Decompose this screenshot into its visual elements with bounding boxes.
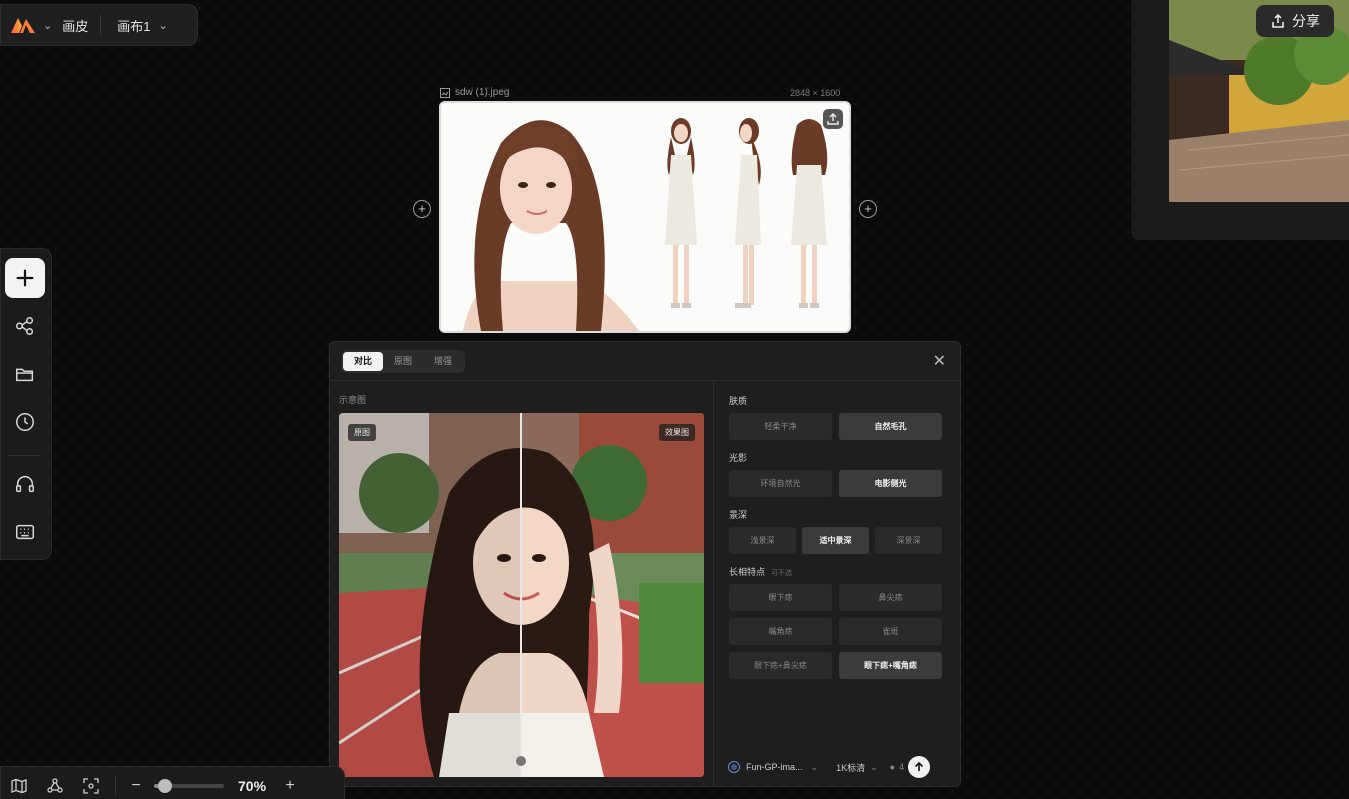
chevron-down-icon[interactable]: ⌄ bbox=[811, 762, 819, 773]
divider bbox=[100, 15, 102, 35]
image-filename: sdw (1).jpeg bbox=[455, 87, 510, 98]
image-node-title: sdw (1).jpeg bbox=[440, 87, 509, 98]
support-button[interactable] bbox=[5, 464, 45, 504]
chevron-down-icon[interactable]: ⌄ bbox=[158, 19, 167, 32]
image-icon bbox=[440, 87, 450, 98]
credit-icon: ● bbox=[889, 762, 896, 772]
plus-icon bbox=[16, 269, 34, 287]
chevron-down-icon[interactable]: ⌄ bbox=[43, 19, 52, 32]
upload-icon bbox=[827, 113, 839, 125]
zoom-slider[interactable] bbox=[154, 779, 224, 793]
model-select[interactable]: Fun-GP-ima... bbox=[746, 762, 803, 772]
feature-option-3[interactable]: 嘴角痣 bbox=[729, 618, 832, 645]
comparison-viewer[interactable]: 原图 效果图 bbox=[339, 413, 704, 777]
bottom-toolbar: − 70% + bbox=[0, 766, 345, 799]
layout-button[interactable] bbox=[37, 778, 73, 794]
light-option-ambient[interactable]: 环境自然光 bbox=[729, 470, 832, 497]
features-label-text: 长相特点 bbox=[729, 567, 766, 577]
folder-icon bbox=[16, 368, 34, 382]
app-menu-label[interactable]: 画皮 bbox=[62, 16, 88, 35]
character-sheet-image bbox=[441, 103, 849, 331]
divider bbox=[9, 455, 41, 456]
skin-group-label: 肤质 bbox=[729, 396, 748, 406]
generate-footer: Fun-GP-ima... ⌄ 1K标清 ⌄ ● 4 bbox=[729, 756, 954, 778]
share-button[interactable]: 分享 bbox=[1256, 5, 1334, 37]
original-tag: 原图 bbox=[348, 424, 376, 441]
features-hint: 可不选 bbox=[771, 570, 793, 577]
add-left-node-button[interactable]: + bbox=[413, 200, 431, 218]
feature-option-1[interactable]: 眼下痣 bbox=[729, 584, 832, 611]
chevron-down-icon[interactable]: ⌄ bbox=[870, 762, 878, 773]
tab-enhance[interactable]: 增强 bbox=[423, 352, 463, 371]
workflow-icon bbox=[16, 317, 34, 335]
result-tag: 效果图 bbox=[659, 424, 695, 441]
close-icon[interactable]: ✕ bbox=[933, 351, 946, 371]
keyboard-icon bbox=[16, 524, 34, 540]
share-icon bbox=[1272, 13, 1284, 28]
view-tabs: 对比 原图 增强 bbox=[341, 350, 466, 373]
fit-view-button[interactable] bbox=[73, 778, 109, 794]
divider bbox=[330, 380, 960, 381]
depth-option-shallow[interactable]: 浅景深 bbox=[729, 527, 796, 554]
tab-original[interactable]: 原图 bbox=[383, 352, 423, 371]
divider bbox=[713, 381, 714, 786]
clock-icon bbox=[16, 413, 34, 431]
add-button[interactable] bbox=[5, 258, 45, 298]
export-button[interactable] bbox=[823, 109, 843, 129]
depth-option-deep[interactable]: 深景深 bbox=[875, 527, 942, 554]
skin-option-natural-pores[interactable]: 自然毛孔 bbox=[839, 413, 942, 440]
history-button[interactable] bbox=[5, 402, 45, 442]
tab-compare[interactable]: 对比 bbox=[343, 352, 384, 371]
generate-button[interactable] bbox=[908, 756, 931, 778]
nodes-icon bbox=[47, 778, 63, 793]
resolution-select[interactable]: 1K标清 bbox=[836, 761, 865, 774]
app-logo-icon[interactable] bbox=[9, 15, 37, 35]
light-option-cinematic[interactable]: 电影侧光 bbox=[839, 470, 942, 497]
add-right-node-button[interactable]: + bbox=[859, 200, 877, 218]
keyboard-shortcuts-button[interactable] bbox=[5, 512, 45, 552]
light-group-label: 光影 bbox=[729, 453, 748, 463]
arrow-up-icon bbox=[915, 761, 924, 771]
skin-option-soft-clean[interactable]: 轻柔干净 bbox=[729, 413, 832, 440]
divider bbox=[115, 776, 116, 796]
workflow-button[interactable] bbox=[5, 306, 45, 346]
canvas-name[interactable]: 画布1 bbox=[117, 16, 150, 35]
credit-count: 4 bbox=[899, 762, 905, 772]
map-icon bbox=[11, 778, 27, 794]
left-toolbar bbox=[0, 248, 52, 560]
enhance-panel: 对比 原图 增强 ✕ 示意图 原图 效果图 肤质 轻柔干净 自然毛孔 光影 环境… bbox=[329, 341, 961, 787]
model-icon bbox=[729, 762, 739, 772]
depth-group-label: 景深 bbox=[729, 510, 748, 520]
focus-icon bbox=[83, 778, 99, 794]
image-node[interactable] bbox=[439, 101, 851, 333]
zoom-in-icon[interactable]: + bbox=[278, 777, 302, 795]
headphones-icon bbox=[16, 476, 34, 493]
zoom-out-icon[interactable]: − bbox=[124, 777, 148, 795]
minimap-button[interactable] bbox=[1, 778, 37, 794]
preview-label: 示意图 bbox=[339, 395, 367, 405]
top-menu-bar: ⌄ 画皮 画布1 ⌄ bbox=[0, 4, 198, 46]
comparison-image bbox=[339, 413, 704, 777]
depth-option-medium[interactable]: 适中景深 bbox=[802, 527, 869, 554]
image-dimensions: 2848 × 1600 bbox=[790, 88, 841, 98]
folder-button[interactable] bbox=[5, 354, 45, 394]
share-label: 分享 bbox=[1292, 13, 1320, 29]
features-group-label: 长相特点 可不选 bbox=[729, 565, 792, 578]
feature-option-5[interactable]: 眼下痣+鼻尖痣 bbox=[729, 652, 832, 679]
zoom-level: 70% bbox=[238, 778, 267, 794]
feature-option-4[interactable]: 雀斑 bbox=[839, 618, 942, 645]
zoom-slider-handle[interactable] bbox=[157, 779, 172, 793]
feature-option-2[interactable]: 鼻尖痣 bbox=[839, 584, 942, 611]
feature-option-6[interactable]: 眼下痣+嘴角痣 bbox=[839, 652, 942, 679]
